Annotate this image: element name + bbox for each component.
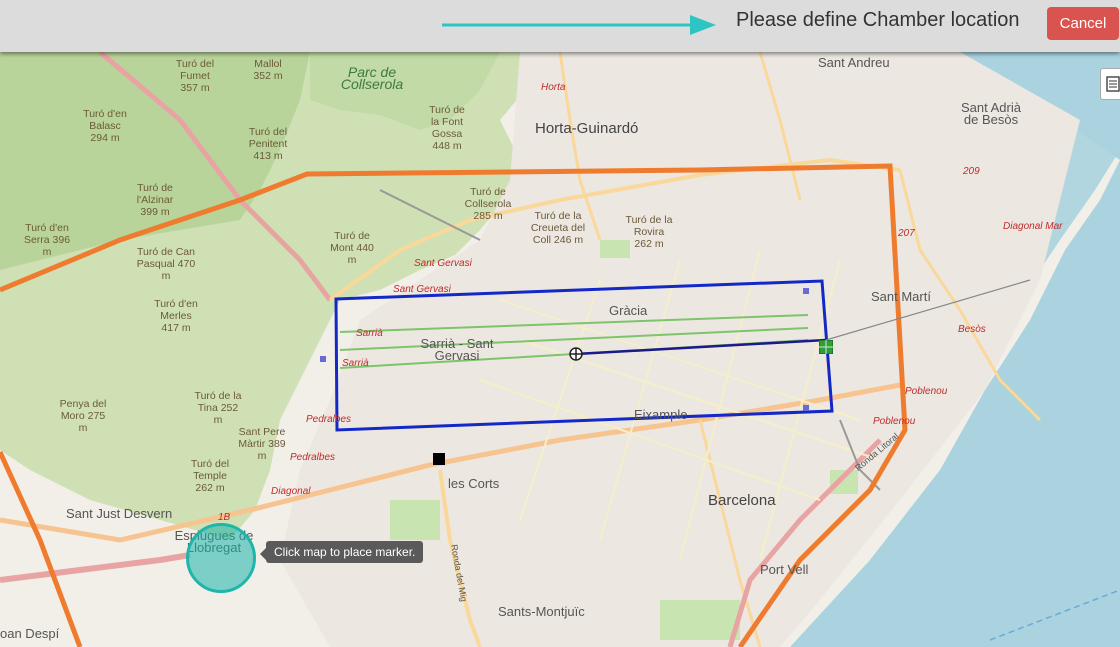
map-label-port-vell: Port Vell [760,562,809,577]
map-canvas[interactable]: Parc de Collserola Horta-Guinardó Sant A… [0,52,1120,647]
map-base [0,52,1120,647]
peak-label: Turó d'en Balasc 294 m [83,108,127,144]
map-label-sants: Sants-Montjuïc [498,604,585,619]
arrow-right-icon [442,15,716,35]
peak-label: Turó d'en Serra 396 m [23,222,71,258]
crosshair-marker-icon[interactable] [568,346,584,362]
map-label-sarria: Sarrià - Sant Gervasi [420,336,494,363]
peak-label: Turó de Can Pasqual 470 m [136,246,196,282]
peak-label: Turó de la Creueta del Coll 246 m [530,210,586,246]
metro-label: Diagonal Mar [1003,221,1063,232]
peak-label: Turó de la Font Gossa 448 m [429,104,465,152]
metro-label: Poblenou [873,416,916,427]
peak-label: Turó de la Rovira 262 m [625,214,673,250]
peak-label: Turó de la Tina 252 m [194,390,242,426]
peak-label: Turó del Fumet 357 m [175,58,215,94]
peak-label: Penya del Moro 275 m [59,398,107,434]
map-label-sant-just: Sant Just Desvern [66,506,173,521]
grid-marker-icon[interactable] [819,340,833,354]
map-label-sant-adria: Sant Adrià de Besòs [961,100,1021,127]
metro-label: Horta [541,82,566,93]
peak-label: Turó del Temple 262 m [190,458,230,494]
peak-label: Turó de Collserola 285 m [464,186,512,222]
metro-label: Pedralbes [290,452,336,463]
metro-label: 207 [898,228,915,239]
map-label-gracia: Gràcia [609,303,648,318]
peak-label: Turó de Mont 440 m [330,230,374,266]
map-tooltip: Click map to place marker. [259,541,424,563]
instruction-text: Please define Chamber location [736,9,1020,31]
cancel-button[interactable]: Cancel [1047,7,1119,40]
map-label-sant-andreu: Sant Andreu [818,55,890,70]
layers-button[interactable] [1100,68,1120,100]
metro-label: Poblenou [905,386,948,397]
metro-label: Besòs [958,324,986,335]
map-label-barcelona: Barcelona [708,492,776,509]
metro-label: Sant Gervasi [393,284,451,295]
map-label-sant-marti: Sant Martí [871,289,931,304]
map-label-eixample: Eixample [634,407,688,422]
list-icon [1106,76,1120,92]
metro-label: Diagonal [271,486,311,497]
map-label-les-corts: les Corts [448,476,500,491]
peak-label: Turó del Penitent 413 m [248,126,288,162]
metro-label: Sant Gervasi [414,258,472,269]
map-label-sant-joan: oan Despí [0,626,60,641]
peak-label: Sant Pere Màrtir 389 m [238,426,286,462]
map-label-parc: Parc de Collserola [340,64,404,92]
map-label-horta-guinardo: Horta-Guinardó [535,120,639,137]
black-square-marker[interactable] [433,453,445,465]
peak-label: Turó d'en Merles 417 m [154,298,198,334]
peak-label: Turó de l'Alzinar 399 m [136,182,174,218]
metro-label: Sarrià [342,358,369,369]
cursor-placement-circle[interactable] [186,523,256,593]
metro-label: 209 [963,166,980,177]
metro-label: Pedralbes [306,414,352,425]
peak-label: Mallol 352 m [253,58,283,82]
top-bar: Please define Chamber location Cancel [0,0,1120,52]
metro-label: Sarrià [356,328,383,339]
